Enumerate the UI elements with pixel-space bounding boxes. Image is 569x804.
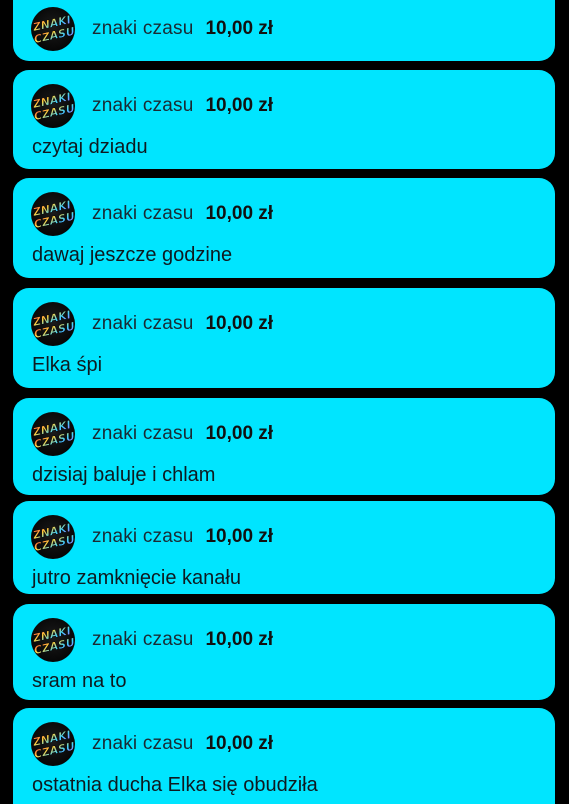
donation-card: ZNAKI CZASU znaki czasu 10,00 zł Elka śpi	[13, 288, 555, 388]
donation-card: ZNAKI CZASU znaki czasu 10,00 zł dzisiaj …	[13, 398, 555, 495]
donation-header: ZNAKI CZASU znaki czasu 10,00 zł	[31, 6, 273, 52]
donor-name: znaki czasu	[92, 629, 194, 650]
donation-message: sram na to	[32, 670, 127, 692]
donation-amount: 10,00 zł	[205, 18, 274, 39]
donation-amount: 10,00 zł	[205, 95, 274, 116]
donation-header: ZNAKI CZASU znaki czasu 10,00 zł	[31, 191, 273, 237]
znaki-czasu-logo-icon: ZNAKI CZASU	[31, 192, 75, 236]
donation-message: Elka śpi	[32, 354, 103, 376]
donation-amount: 10,00 zł	[205, 733, 274, 754]
donation-header: ZNAKI CZASU znaki czasu 10,00 zł	[31, 721, 273, 767]
donation-header: ZNAKI CZASU znaki czasu 10,00 zł	[31, 411, 273, 457]
znaki-czasu-logo-icon: ZNAKI CZASU	[31, 515, 75, 559]
donor-name: znaki czasu	[92, 733, 194, 754]
donation-message: dawaj jeszcze godzine	[32, 244, 233, 266]
donation-card: ZNAKI CZASU znaki czasu 10,00 zł dawaj je…	[13, 178, 555, 278]
donor-name: znaki czasu	[92, 313, 194, 334]
znaki-czasu-logo-icon: ZNAKI CZASU	[31, 412, 75, 456]
donor-name: znaki czasu	[92, 423, 194, 444]
donation-amount: 10,00 zł	[205, 423, 274, 444]
donor-name: znaki czasu	[92, 95, 194, 116]
donation-message: czytaj dziadu	[32, 136, 148, 158]
donation-message: jutro zamknięcie kanału	[32, 567, 241, 589]
donation-amount: 10,00 zł	[205, 203, 274, 224]
donation-header: ZNAKI CZASU znaki czasu 10,00 zł	[31, 514, 273, 560]
donation-message: ostatnia ducha Elka się obudziła	[32, 774, 318, 796]
donation-header: ZNAKI CZASU znaki czasu 10,00 zł	[31, 301, 273, 347]
donation-card: ZNAKI CZASU znaki czasu 10,00 zł	[13, 0, 555, 61]
donation-amount: 10,00 zł	[205, 629, 274, 650]
znaki-czasu-logo-icon: ZNAKI CZASU	[31, 302, 75, 346]
znaki-czasu-logo-icon: ZNAKI CZASU	[31, 722, 75, 766]
znaki-czasu-logo-icon: ZNAKI CZASU	[31, 618, 75, 662]
znaki-czasu-logo-icon: ZNAKI CZASU	[31, 7, 75, 51]
donation-card: ZNAKI CZASU znaki czasu 10,00 zł sram na …	[13, 604, 555, 700]
donation-feed: ZNAKI CZASU znaki czasu 10,00 zł ZNAKI CZA…	[0, 0, 569, 804]
donation-amount: 10,00 zł	[205, 313, 274, 334]
donation-card: ZNAKI CZASU znaki czasu 10,00 zł jutro za…	[13, 501, 555, 594]
donor-name: znaki czasu	[92, 18, 194, 39]
donation-card: ZNAKI CZASU znaki czasu 10,00 zł ostatnia…	[13, 708, 555, 804]
znaki-czasu-logo-icon: ZNAKI CZASU	[31, 84, 75, 128]
donor-name: znaki czasu	[92, 203, 194, 224]
donation-message: dzisiaj baluje i chlam	[32, 464, 216, 486]
donor-name: znaki czasu	[92, 526, 194, 547]
donation-header: ZNAKI CZASU znaki czasu 10,00 zł	[31, 83, 273, 129]
donation-header: ZNAKI CZASU znaki czasu 10,00 zł	[31, 617, 273, 663]
donation-amount: 10,00 zł	[205, 526, 274, 547]
donation-card: ZNAKI CZASU znaki czasu 10,00 zł czytaj d…	[13, 70, 555, 169]
